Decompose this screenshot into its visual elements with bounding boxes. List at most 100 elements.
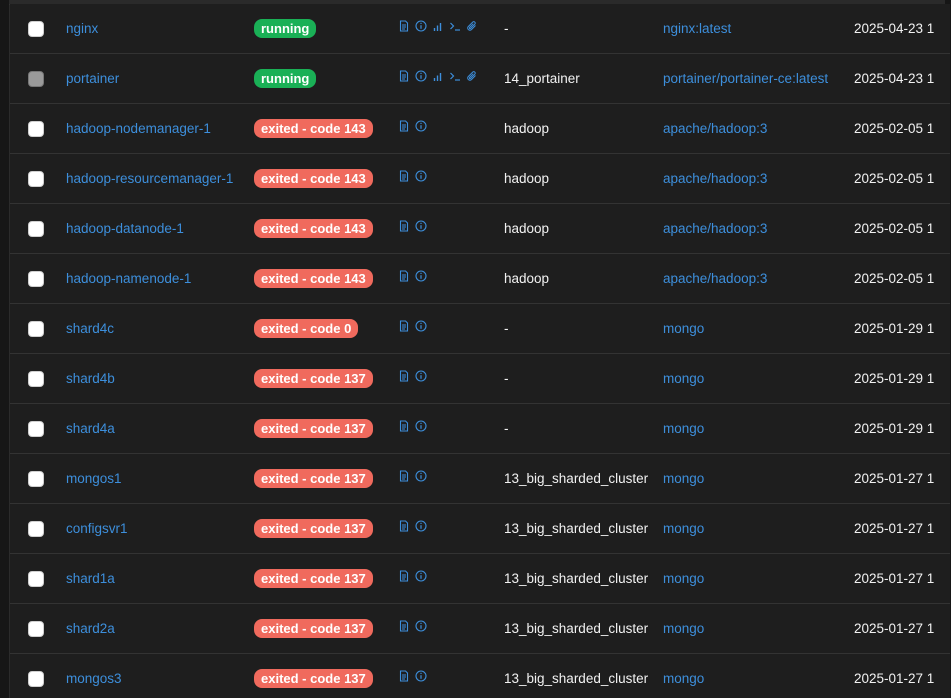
row-select-cell [28,4,44,53]
inspect-icon[interactable] [415,319,427,332]
image-link[interactable]: mongo [663,371,704,386]
row-checkbox[interactable] [28,420,44,437]
logs-icon[interactable] [398,319,410,332]
row-select-cell [28,404,44,453]
row-checkbox[interactable] [28,620,44,637]
logs-icon[interactable] [398,469,410,482]
inspect-icon[interactable] [415,69,427,82]
logs-icon[interactable] [398,269,410,282]
inspect-icon[interactable] [415,169,427,182]
row-checkbox[interactable] [28,520,44,537]
logs-icon[interactable] [398,569,410,582]
stack-name: 13_big_sharded_cluster [504,521,649,536]
container-name-link[interactable]: configsvr1 [66,521,128,536]
created-date: 2025-01-29 1 [854,421,935,436]
container-name-link[interactable]: mongos3 [66,671,122,686]
container-name-link[interactable]: nginx [66,21,98,36]
container-name-link[interactable]: hadoop-nodemanager-1 [66,121,211,136]
logs-icon[interactable] [398,169,410,182]
stack-cell: - [504,404,509,453]
image-link[interactable]: mongo [663,621,704,636]
image-link[interactable]: apache/hadoop:3 [663,271,767,286]
created-cell: 2025-01-27 1 [854,554,934,603]
console-icon[interactable] [449,70,461,82]
row-checkbox[interactable] [28,170,44,187]
container-name-link[interactable]: hadoop-namenode-1 [66,271,191,286]
row-checkbox[interactable] [28,20,44,37]
image-cell: apache/hadoop:3 [663,154,767,203]
inspect-icon[interactable] [415,269,427,282]
inspect-icon[interactable] [415,19,427,32]
quick-actions-cell [398,554,427,603]
logs-icon[interactable] [398,19,410,32]
logs-icon[interactable] [398,369,410,382]
quick-actions-cell [398,154,427,203]
created-cell: 2025-01-29 1 [854,404,934,453]
inspect-icon[interactable] [415,669,427,682]
inspect-icon[interactable] [415,419,427,432]
container-name-link[interactable]: hadoop-resourcemanager-1 [66,171,233,186]
container-name-link[interactable]: mongos1 [66,471,122,486]
inspect-icon[interactable] [415,619,427,632]
logs-icon[interactable] [398,219,410,232]
container-name-link[interactable]: shard1a [66,571,115,586]
image-link[interactable]: mongo [663,671,704,686]
inspect-icon[interactable] [415,369,427,382]
image-link[interactable]: apache/hadoop:3 [663,221,767,236]
containers-page: nginx running - nginx:latest 2025-04-23 … [0,0,951,698]
stack-name: - [504,371,509,386]
logs-icon[interactable] [398,119,410,132]
state-cell: exited - code 143 [254,254,373,303]
row-checkbox[interactable] [28,270,44,287]
stats-icon[interactable] [432,20,444,32]
row-checkbox[interactable] [28,470,44,487]
logs-icon[interactable] [398,619,410,632]
row-checkbox[interactable] [28,320,44,337]
inspect-icon[interactable] [415,219,427,232]
logs-icon[interactable] [398,69,410,82]
table-row: shard4b exited - code 137 - mongo 2025-0… [10,354,950,404]
row-checkbox[interactable] [28,370,44,387]
created-date: 2025-01-27 1 [854,671,935,686]
console-icon[interactable] [449,20,461,32]
inspect-icon[interactable] [415,119,427,132]
attach-icon[interactable] [466,70,478,82]
image-link[interactable]: mongo [663,421,704,436]
row-select-cell [28,354,44,403]
stats-icon[interactable] [432,70,444,82]
container-name-link[interactable]: portainer [66,71,119,86]
table-row: hadoop-datanode-1 exited - code 143 hado… [10,204,950,254]
image-link[interactable]: mongo [663,571,704,586]
image-link[interactable]: apache/hadoop:3 [663,171,767,186]
container-name-link[interactable]: shard4a [66,421,115,436]
container-name-cell: shard4b [66,354,115,403]
container-name-link[interactable]: hadoop-datanode-1 [66,221,184,236]
image-link[interactable]: mongo [663,521,704,536]
container-name-cell: hadoop-namenode-1 [66,254,191,303]
inspect-icon[interactable] [415,569,427,582]
quick-actions-cell [398,204,427,253]
logs-icon[interactable] [398,669,410,682]
container-name-link[interactable]: shard4b [66,371,115,386]
logs-icon[interactable] [398,419,410,432]
row-checkbox[interactable] [28,120,44,137]
quick-actions [398,569,427,582]
row-checkbox[interactable] [28,220,44,237]
stack-cell: hadoop [504,104,549,153]
image-link[interactable]: mongo [663,471,704,486]
container-name-link[interactable]: shard2a [66,621,115,636]
container-name-link[interactable]: shard4c [66,321,114,336]
logs-icon[interactable] [398,519,410,532]
created-cell: 2025-04-23 1 [854,4,934,53]
image-link[interactable]: mongo [663,321,704,336]
image-link[interactable]: portainer/portainer-ce:latest [663,71,828,86]
row-checkbox[interactable] [28,570,44,587]
image-link[interactable]: nginx:latest [663,21,731,36]
inspect-icon[interactable] [415,469,427,482]
row-checkbox[interactable] [28,70,44,87]
state-cell: exited - code 143 [254,204,373,253]
inspect-icon[interactable] [415,519,427,532]
image-link[interactable]: apache/hadoop:3 [663,121,767,136]
attach-icon[interactable] [466,20,478,32]
row-checkbox[interactable] [28,670,44,687]
